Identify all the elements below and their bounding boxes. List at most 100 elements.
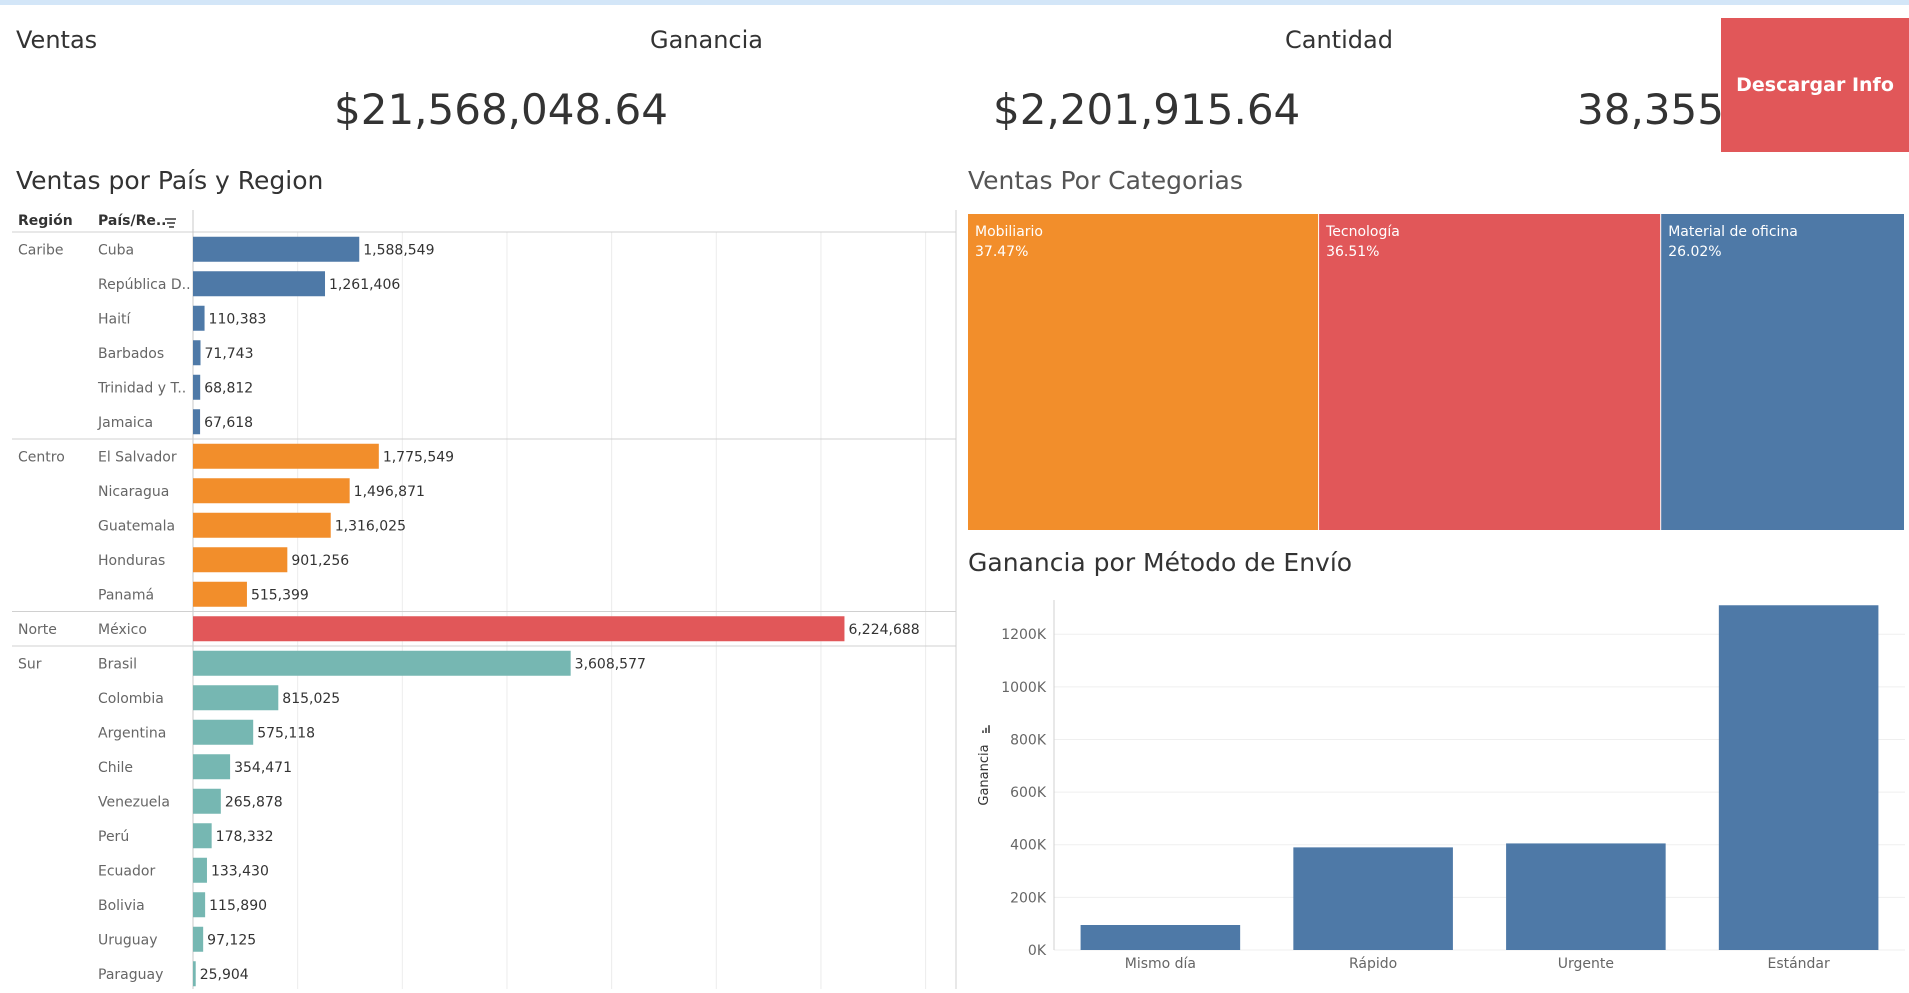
x-tick-label: Rápido xyxy=(1349,956,1397,972)
kpi-ganancia-title: Ganancia xyxy=(650,26,764,54)
download-info-button[interactable]: Descargar Info xyxy=(1721,18,1909,152)
country-label: Cuba xyxy=(98,242,134,258)
column-bar xyxy=(1506,843,1666,950)
bar xyxy=(193,581,247,607)
header-pais: País/Re.. xyxy=(98,213,167,229)
bar-sort-icon xyxy=(982,725,990,733)
kpi-ventas-value: $21,568,048.64 xyxy=(334,85,668,134)
header-region: Región xyxy=(18,213,73,229)
bar-value-label: 71,743 xyxy=(205,346,254,362)
country-label: Venezuela xyxy=(98,794,170,810)
bar xyxy=(193,374,201,400)
country-label: Ecuador xyxy=(98,863,155,879)
column-bar xyxy=(1080,925,1241,950)
bar-value-label: 1,588,549 xyxy=(363,242,434,258)
country-label: Argentina xyxy=(98,725,166,741)
kpi-cantidad-value: 38,355 xyxy=(1577,85,1724,134)
bar-value-label: 115,890 xyxy=(209,898,267,914)
bar xyxy=(193,719,254,745)
bar-value-label: 67,618 xyxy=(204,415,253,431)
country-label: México xyxy=(98,622,147,638)
bar-chart-title: Ventas por País y Region xyxy=(16,166,324,195)
y-tick-label: 1000K xyxy=(1001,680,1047,696)
bar-value-label: 1,261,406 xyxy=(329,277,400,293)
bar xyxy=(193,236,360,262)
country-label: Trinidad y T.. xyxy=(97,380,186,396)
bar xyxy=(193,547,288,573)
treemap-label: Mobiliario xyxy=(975,224,1043,240)
x-tick-label: Urgente xyxy=(1558,956,1614,972)
country-label: El Salvador xyxy=(98,449,177,465)
kpi-ventas-title: Ventas xyxy=(16,26,98,54)
ventas-pais-region-chart: Región País/Re.. Caribe Cuba 1,588,549 Repúbl… xyxy=(12,210,957,989)
country-label: Chile xyxy=(98,760,133,776)
top-accent-bar xyxy=(0,0,1909,5)
bar-value-label: 265,878 xyxy=(225,794,283,810)
region-label: Centro xyxy=(18,449,65,465)
y-tick-label: 600K xyxy=(1010,785,1047,801)
region-label: Sur xyxy=(18,656,42,672)
y-tick-label: 800K xyxy=(1010,732,1047,748)
country-label: República D.. xyxy=(98,277,191,293)
bar xyxy=(193,788,221,814)
bar xyxy=(193,892,206,918)
bar-value-label: 515,399 xyxy=(251,587,309,603)
bar xyxy=(193,685,279,711)
treemap-percent: 26.02% xyxy=(1668,244,1721,260)
y-tick-label: 1200K xyxy=(1001,627,1047,643)
bar-value-label: 25,904 xyxy=(200,967,249,983)
column-bar xyxy=(1293,847,1453,950)
bar xyxy=(193,926,204,952)
bar xyxy=(193,478,350,504)
region-label: Norte xyxy=(18,622,57,638)
bar-value-label: 1,496,871 xyxy=(354,484,425,500)
y-axis-label: Ganancia xyxy=(977,744,992,805)
bar-value-label: 1,316,025 xyxy=(335,518,406,534)
treemap-cell xyxy=(1319,214,1661,530)
sort-descending-icon xyxy=(165,218,176,228)
sort-icon-stroke xyxy=(988,725,990,733)
bar xyxy=(193,512,331,538)
ventas-categorias-treemap: Mobiliario 37.47% Tecnología 36.51% Material… xyxy=(968,214,1904,530)
bar xyxy=(193,857,207,883)
country-label: Colombia xyxy=(98,691,164,707)
kpi-cantidad-title: Cantidad xyxy=(1285,26,1393,54)
treemap-percent: 37.47% xyxy=(975,244,1028,260)
sort-icon-stroke xyxy=(985,727,987,733)
country-label: Honduras xyxy=(98,553,165,569)
country-label: Barbados xyxy=(98,346,164,362)
bar-value-label: 133,430 xyxy=(211,863,269,879)
bar-value-label: 1,775,549 xyxy=(383,449,454,465)
bar xyxy=(193,305,205,331)
treemap-title: Ventas Por Categorias xyxy=(968,166,1243,195)
sort-icon-stroke xyxy=(165,218,176,220)
bar-value-label: 97,125 xyxy=(207,932,256,948)
bar xyxy=(193,443,379,469)
sort-icon-stroke xyxy=(167,222,175,224)
bar-value-label: 110,383 xyxy=(209,311,267,327)
bar xyxy=(193,409,201,435)
bar-value-label: 815,025 xyxy=(282,691,340,707)
sort-icon-stroke xyxy=(169,226,174,228)
treemap-label: Material de oficina xyxy=(1668,224,1798,240)
x-tick-label: Mismo día xyxy=(1125,956,1196,972)
bar-value-label: 901,256 xyxy=(291,553,349,569)
bar xyxy=(193,271,326,297)
bar-value-label: 68,812 xyxy=(204,380,253,396)
treemap-label: Tecnología xyxy=(1325,224,1400,240)
country-label: Jamaica xyxy=(97,415,153,431)
bar xyxy=(193,340,201,366)
column-chart-title: Ganancia por Método de Envío xyxy=(968,548,1353,577)
country-label: Panamá xyxy=(98,587,154,603)
country-label: Brasil xyxy=(98,656,137,672)
ganancia-envio-chart: 0K 200K 400K 600K 800K 1000K 1200K Ganancia Mism… xyxy=(977,600,1905,972)
bar xyxy=(193,616,845,642)
y-tick-label: 0K xyxy=(1028,943,1047,959)
column-bar xyxy=(1718,605,1879,950)
bar-value-label: 6,224,688 xyxy=(848,622,919,638)
country-label: Bolivia xyxy=(98,898,145,914)
bar xyxy=(193,823,212,849)
x-tick-label: Estándar xyxy=(1767,956,1830,972)
y-tick-label: 400K xyxy=(1010,838,1047,854)
treemap-cell xyxy=(968,214,1319,530)
